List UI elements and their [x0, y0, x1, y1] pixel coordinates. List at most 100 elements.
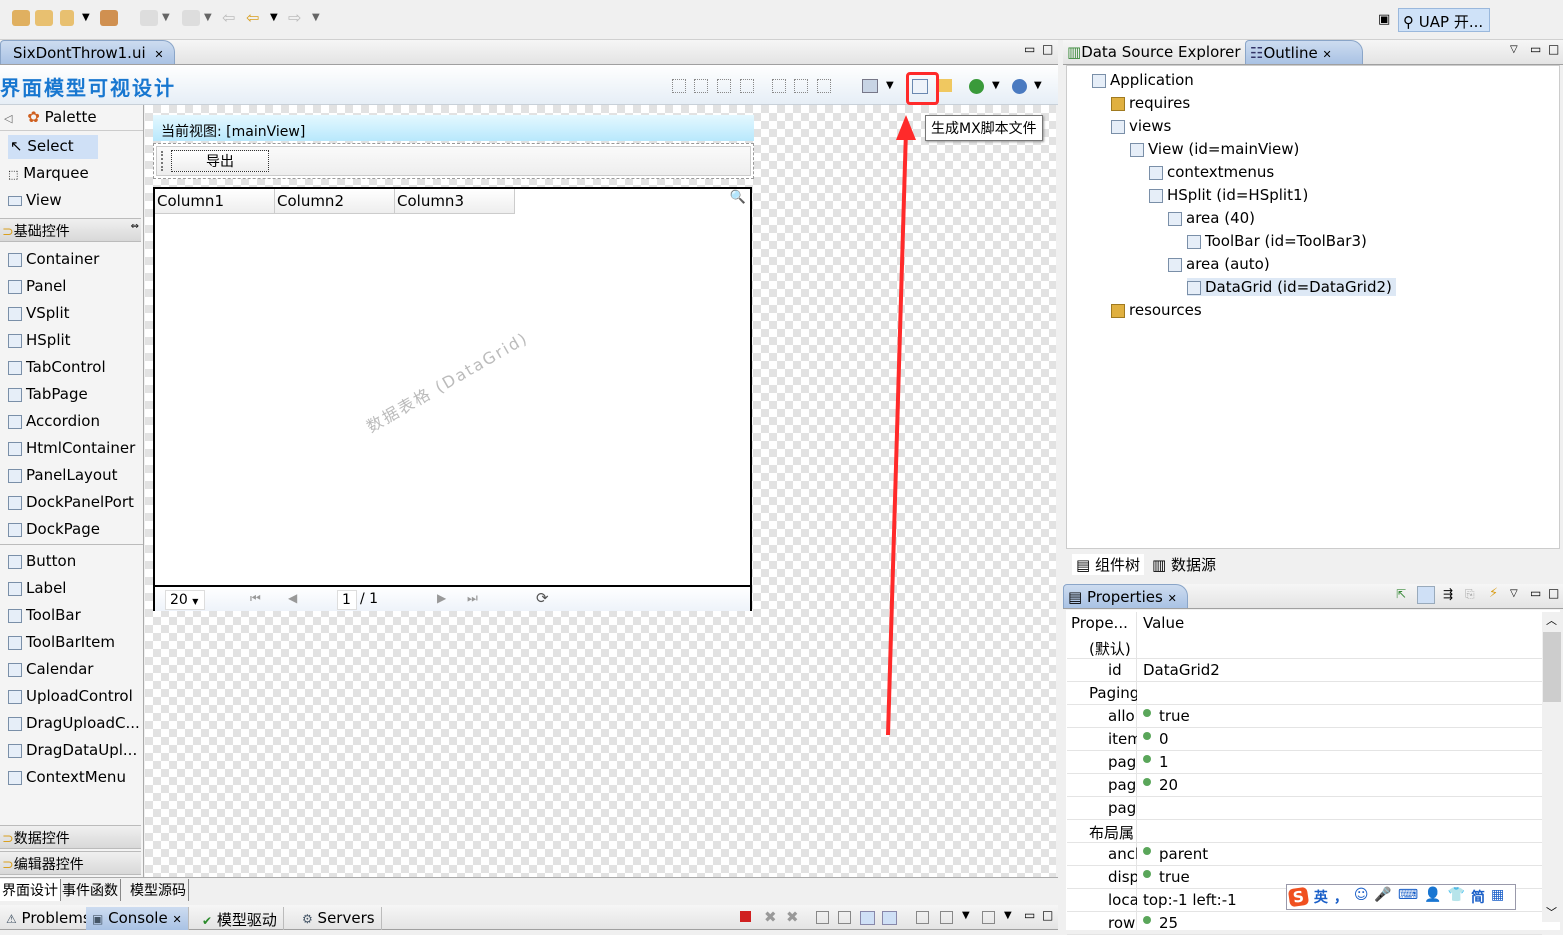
palette-item-vsplit[interactable]: VSplit	[8, 302, 70, 326]
properties-scrollbar[interactable]: ︿ ﹀	[1542, 612, 1562, 922]
column-header[interactable]: Column2	[275, 189, 395, 214]
palette-header[interactable]: ◁ ✿ Palette	[0, 105, 143, 131]
palette-item-contextmenu[interactable]: ContextMenu	[8, 766, 126, 790]
ime-item[interactable]: 简	[1471, 887, 1485, 907]
tab-data-source-explorer[interactable]: ▥Data Source Explorer	[1063, 40, 1249, 64]
pin-icon[interactable]: ⇔	[131, 221, 139, 232]
close-icon[interactable]: ✕	[172, 913, 181, 926]
property-row[interactable]: item 0	[1067, 728, 1542, 751]
palette-item-hsplit[interactable]: HSplit	[8, 329, 71, 353]
column-header[interactable]: Column3	[395, 189, 515, 214]
open-perspective-icon[interactable]: ▣	[1378, 12, 1390, 27]
tree-node-resources[interactable]: resources	[1111, 301, 1202, 319]
tab-datasource[interactable]: ▥ 数据源	[1152, 554, 1216, 575]
next-page-icon[interactable]: ▶	[437, 591, 446, 605]
property-row[interactable]: 布局属	[1067, 820, 1542, 843]
category-editor[interactable]: ⊃编辑器控件	[0, 851, 141, 875]
palette-item-button[interactable]: Button	[8, 550, 76, 574]
back-icon[interactable]: ⇦	[246, 8, 259, 27]
tree-node-view[interactable]: View (id=mainView)	[1130, 140, 1299, 158]
tree-node-views[interactable]: views	[1111, 117, 1171, 135]
property-row[interactable]: pag 1	[1067, 751, 1542, 774]
palette-item-tabcontrol[interactable]: TabControl	[8, 356, 106, 380]
view-menu-icon[interactable]: ▽	[1510, 44, 1518, 55]
chevron-down-icon[interactable]: ▼	[82, 12, 90, 23]
tab-editor-1[interactable]: 事件函数	[60, 879, 121, 901]
palette-tool-view[interactable]: View	[8, 189, 62, 213]
forward-icon[interactable]: ⇨	[288, 8, 301, 27]
tab-editor-2[interactable]: 模型源码	[128, 879, 189, 901]
maximize-icon[interactable]: □	[1042, 908, 1053, 922]
property-row[interactable]: pag	[1067, 797, 1542, 820]
ime-item[interactable]: 👤	[1424, 887, 1441, 907]
remove-all-icon[interactable]: ✖	[786, 908, 799, 926]
filter-advanced-icon[interactable]: ⇶	[1443, 587, 1453, 601]
palette-item-dockpage[interactable]: DockPage	[8, 518, 100, 542]
tab-problems[interactable]: ⚠ Problems	[0, 907, 98, 930]
chevron-down-icon[interactable]: ▼	[992, 80, 1000, 91]
pin-console-icon[interactable]	[916, 911, 929, 924]
tree-node-datagrid[interactable]: DataGrid (id=DataGrid2)	[1187, 278, 1396, 296]
close-icon[interactable]: ✕	[1168, 592, 1177, 605]
close-icon[interactable]: ✕	[1323, 48, 1332, 61]
new-console-icon[interactable]	[982, 911, 995, 924]
property-row[interactable]: allo true	[1067, 705, 1542, 728]
tree-node-contextmenu[interactable]: contextmenus	[1149, 163, 1274, 181]
category-data[interactable]: ⊃数据控件	[0, 825, 141, 849]
toolbar-container[interactable]: 导出	[153, 143, 754, 179]
ime-item[interactable]: ☺	[1354, 887, 1369, 907]
palette-item-container[interactable]: Container	[8, 248, 99, 272]
tree-node-area[interactable]: area (auto)	[1168, 255, 1270, 273]
align-bottom-icon[interactable]	[794, 79, 808, 93]
lightning-icon[interactable]: ⚡	[1489, 586, 1498, 601]
chevron-down-icon[interactable]: ▼	[204, 12, 212, 23]
chevron-down-icon[interactable]: ▼	[1004, 910, 1012, 921]
tab-模型驱动[interactable]: ✔ 模型驱动	[196, 907, 284, 930]
align-middle-icon[interactable]	[772, 79, 786, 93]
property-row[interactable]: (默认)	[1067, 636, 1542, 659]
maximize-icon[interactable]: □	[1548, 42, 1559, 56]
scroll-up-icon[interactable]: ︿	[1546, 612, 1557, 628]
align-right-icon[interactable]	[717, 79, 731, 93]
tree-node-hsplit[interactable]: HSplit (id=HSplit1)	[1149, 186, 1308, 204]
align-center-icon[interactable]	[694, 79, 708, 93]
ime-item[interactable]: 👕	[1448, 887, 1465, 907]
tab-sixdontthrow1-ui[interactable]: SixDontThrow1.ui ✕	[0, 40, 175, 64]
search-icon[interactable]: 🔍	[730, 190, 746, 205]
export-button[interactable]: 导出	[171, 150, 269, 172]
terminate-icon[interactable]	[740, 911, 751, 922]
tree-node-toolbar[interactable]: ToolBar (id=ToolBar3)	[1187, 232, 1367, 250]
tab-servers[interactable]: ⚙ Servers	[296, 907, 382, 930]
palette-item-dragdataupl[interactable]: DragDataUpl...	[8, 739, 137, 763]
page-size-select[interactable]: 20 ▼	[165, 590, 205, 610]
prev-page-icon[interactable]: ◀	[288, 591, 297, 605]
drag-handle[interactable]	[161, 151, 163, 171]
tab-editor-0[interactable]: 界面设计	[0, 879, 61, 901]
layers-icon[interactable]	[862, 79, 878, 93]
palette-item-draguploadc[interactable]: DragUploadC...	[8, 712, 140, 736]
open-folder-icon[interactable]	[35, 10, 53, 26]
remove-launch-icon[interactable]: ✖	[764, 908, 777, 926]
refresh-icon[interactable]: ⟳	[536, 589, 549, 607]
palette-item-tabpage[interactable]: TabPage	[8, 383, 88, 407]
show-on-output-icon[interactable]	[860, 911, 875, 925]
last-page-icon[interactable]: ⏭	[467, 591, 478, 606]
property-row[interactable]: pag 20	[1067, 774, 1542, 797]
palette-item-accordion[interactable]: Accordion	[8, 410, 100, 434]
scroll-thumb[interactable]	[1543, 632, 1561, 702]
view-menu-icon[interactable]: ▽	[1510, 588, 1518, 599]
back-disabled-icon[interactable]: ⇦	[222, 8, 235, 27]
chevron-down-icon[interactable]: ▼	[962, 910, 970, 921]
palette-item-label[interactable]: Label	[8, 577, 66, 601]
chevron-down-icon[interactable]: ▼	[1034, 80, 1042, 91]
property-row[interactable]: id DataGrid2	[1067, 659, 1542, 682]
minimize-icon[interactable]: ▭	[1024, 908, 1035, 922]
datagrid[interactable]: Column1 Column2 Column3 🔍 数据表格 (DataGrid) …	[153, 187, 752, 611]
tab-outline[interactable]: ☷Outline ✕	[1245, 40, 1363, 64]
step-down-icon[interactable]	[140, 10, 158, 26]
pin-icon[interactable]: ⇱	[1396, 587, 1406, 601]
property-row[interactable]: ancl parent	[1067, 843, 1542, 866]
step-up-icon[interactable]	[182, 10, 200, 26]
chevron-down-icon[interactable]: ▼	[312, 12, 320, 23]
restore-default-icon[interactable]: ⎘	[1465, 587, 1475, 602]
